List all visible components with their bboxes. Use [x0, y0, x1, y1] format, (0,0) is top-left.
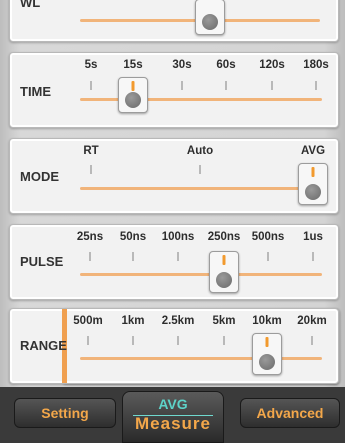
range-option-500m[interactable]: 500m: [73, 315, 102, 327]
pulse-tick: [267, 252, 269, 261]
mode-slider-knob[interactable]: [298, 163, 328, 205]
time-tick: [315, 81, 317, 90]
pulse-option-1us[interactable]: 1us: [303, 231, 323, 243]
pulse-card: PULSE 25ns 50ns 100ns 250ns 500ns 1us: [9, 224, 339, 300]
knob-dot-icon: [305, 184, 321, 200]
time-option-30s[interactable]: 30s: [172, 59, 191, 71]
range-tick: [223, 336, 225, 345]
range-tick: [87, 336, 89, 345]
measure-mode-label: AVG: [158, 396, 188, 412]
mode-option-avg[interactable]: AVG: [301, 145, 325, 157]
pulse-tick: [177, 252, 179, 261]
knob-dot-icon: [202, 14, 218, 30]
range-option-2.5km[interactable]: 2.5km: [162, 315, 195, 327]
range-option-20km[interactable]: 20km: [297, 315, 326, 327]
pulse-option-500ns[interactable]: 500ns: [252, 231, 285, 243]
time-option-5s[interactable]: 5s: [85, 59, 98, 71]
mode-tick: [199, 165, 201, 174]
knob-marker-icon: [222, 255, 226, 265]
setting-tab[interactable]: Setting: [14, 398, 116, 428]
range-tick: [132, 336, 134, 345]
time-slider-knob[interactable]: [118, 77, 148, 113]
wavelength-slider-knob[interactable]: [195, 0, 225, 35]
pulse-tick: [89, 252, 91, 261]
knob-dot-icon: [216, 272, 232, 288]
time-option-180s[interactable]: 180s: [303, 59, 329, 71]
measure-tab[interactable]: AVG Measure: [122, 391, 224, 443]
pulse-option-250ns[interactable]: 250ns: [208, 231, 241, 243]
range-track[interactable]: [80, 357, 322, 360]
range-slider-knob[interactable]: [252, 333, 282, 375]
mode-label: MODE: [20, 169, 59, 184]
time-option-60s[interactable]: 60s: [216, 59, 235, 71]
mode-track[interactable]: [80, 187, 322, 190]
time-option-120s[interactable]: 120s: [259, 59, 285, 71]
time-tick: [225, 81, 227, 90]
knob-marker-icon: [265, 337, 269, 347]
pulse-track[interactable]: [80, 273, 322, 276]
time-track[interactable]: [80, 98, 322, 101]
knob-dot-icon: [259, 354, 275, 370]
pulse-tick: [132, 252, 134, 261]
time-tick: [90, 81, 92, 90]
pulse-slider-knob[interactable]: [209, 251, 239, 293]
range-card-bg: RANGE 500m 1km 2.5km 5km 10km 20km: [9, 308, 339, 384]
advanced-tab[interactable]: Advanced: [240, 398, 340, 428]
range-label: RANGE: [20, 338, 67, 353]
pulse-label: PULSE: [20, 254, 64, 269]
knob-marker-icon: [131, 81, 135, 91]
pulse-tick: [312, 252, 314, 261]
knob-marker-icon: [311, 167, 315, 177]
range-option-1km[interactable]: 1km: [121, 315, 144, 327]
time-tick: [181, 81, 183, 90]
time-card: TIME 5s 15s 30s 60s 120s 180s: [9, 52, 339, 128]
time-option-15s[interactable]: 15s: [123, 59, 142, 71]
wavelength-label: WL: [20, 0, 41, 10]
mode-option-rt[interactable]: RT: [83, 145, 98, 157]
mode-tick: [90, 165, 92, 174]
range-option-5km[interactable]: 5km: [212, 315, 235, 327]
range-tick: [311, 336, 313, 345]
range-option-10km[interactable]: 10km: [252, 315, 281, 327]
wavelength-card: WL: [9, 0, 339, 42]
range-tick: [177, 336, 179, 345]
pulse-option-100ns[interactable]: 100ns: [162, 231, 195, 243]
pulse-option-50ns[interactable]: 50ns: [120, 231, 146, 243]
app-screen: WL TIME 5s 15s 30s 60s 120s 180s MODE RT…: [0, 0, 345, 443]
time-tick: [271, 81, 273, 90]
time-label: TIME: [20, 84, 52, 99]
pulse-option-25ns[interactable]: 25ns: [77, 231, 103, 243]
mode-card: MODE RT Auto AVG: [9, 138, 339, 214]
mode-option-auto[interactable]: Auto: [187, 145, 213, 157]
measure-label: Measure: [135, 414, 211, 433]
measure-divider: [133, 415, 213, 416]
knob-dot-icon: [125, 92, 141, 108]
